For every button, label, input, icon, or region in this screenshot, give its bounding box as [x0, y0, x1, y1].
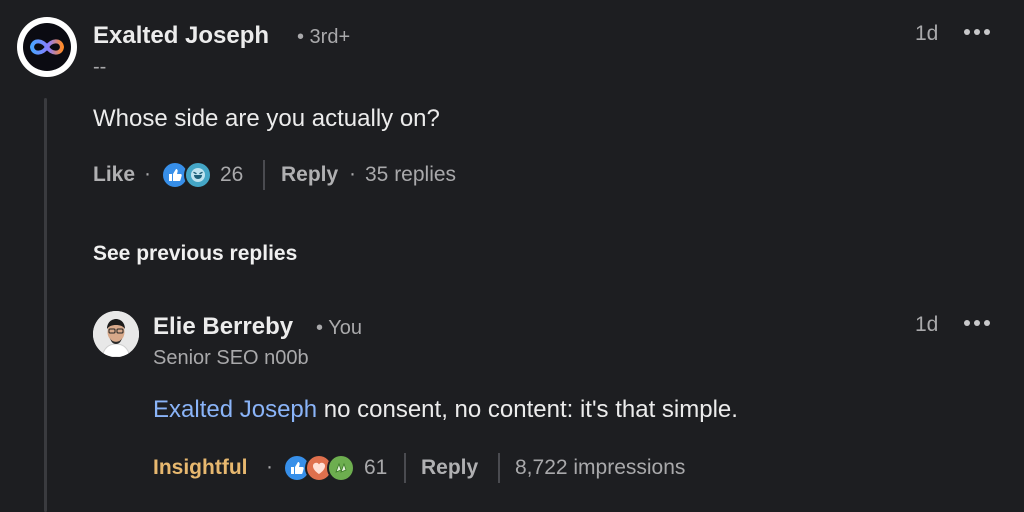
avatar[interactable] [17, 17, 77, 77]
celebrate-reaction-icon[interactable] [327, 454, 355, 482]
menu-dots-icon[interactable] [964, 29, 990, 35]
author-headline: -- [93, 56, 107, 78]
menu-dots-icon[interactable] [964, 320, 990, 326]
avatar[interactable] [93, 311, 139, 357]
reaction-count[interactable]: 26 [220, 163, 243, 187]
divider [498, 453, 500, 483]
infinity-logo-icon [23, 23, 71, 71]
insightful-reaction-button[interactable]: Insightful [153, 456, 247, 480]
funny-reaction-icon[interactable] [184, 161, 212, 189]
mention-link[interactable]: Exalted Joseph [153, 396, 317, 423]
impressions-count[interactable]: 8,722 impressions [515, 456, 685, 480]
like-button[interactable]: Like [93, 163, 135, 187]
separator: · [144, 162, 151, 185]
reply-button[interactable]: Reply [421, 456, 478, 480]
separator: · [349, 162, 356, 185]
reply-text: Exalted Joseph no consent, no content: i… [153, 396, 738, 424]
reply-text-body: no consent, no content: it's that simple… [317, 396, 738, 423]
reaction-count[interactable]: 61 [364, 456, 387, 480]
divider [404, 453, 406, 483]
author-name[interactable]: Exalted Joseph [93, 22, 269, 50]
author-headline: Senior SEO n00b [153, 347, 309, 369]
timestamp: 1d [915, 22, 939, 45]
see-previous-replies-button[interactable]: See previous replies [93, 242, 297, 266]
separator: · [266, 455, 273, 478]
relation-badge: • You [316, 317, 362, 339]
replies-count[interactable]: 35 replies [365, 163, 456, 187]
thread-line [44, 98, 47, 512]
comment-text: Whose side are you actually on? [93, 105, 440, 132]
divider [263, 160, 265, 190]
reply-button[interactable]: Reply [281, 163, 338, 187]
connection-degree: • 3rd+ [297, 26, 351, 48]
timestamp: 1d [915, 313, 939, 336]
author-name[interactable]: Elie Berreby [153, 313, 293, 341]
